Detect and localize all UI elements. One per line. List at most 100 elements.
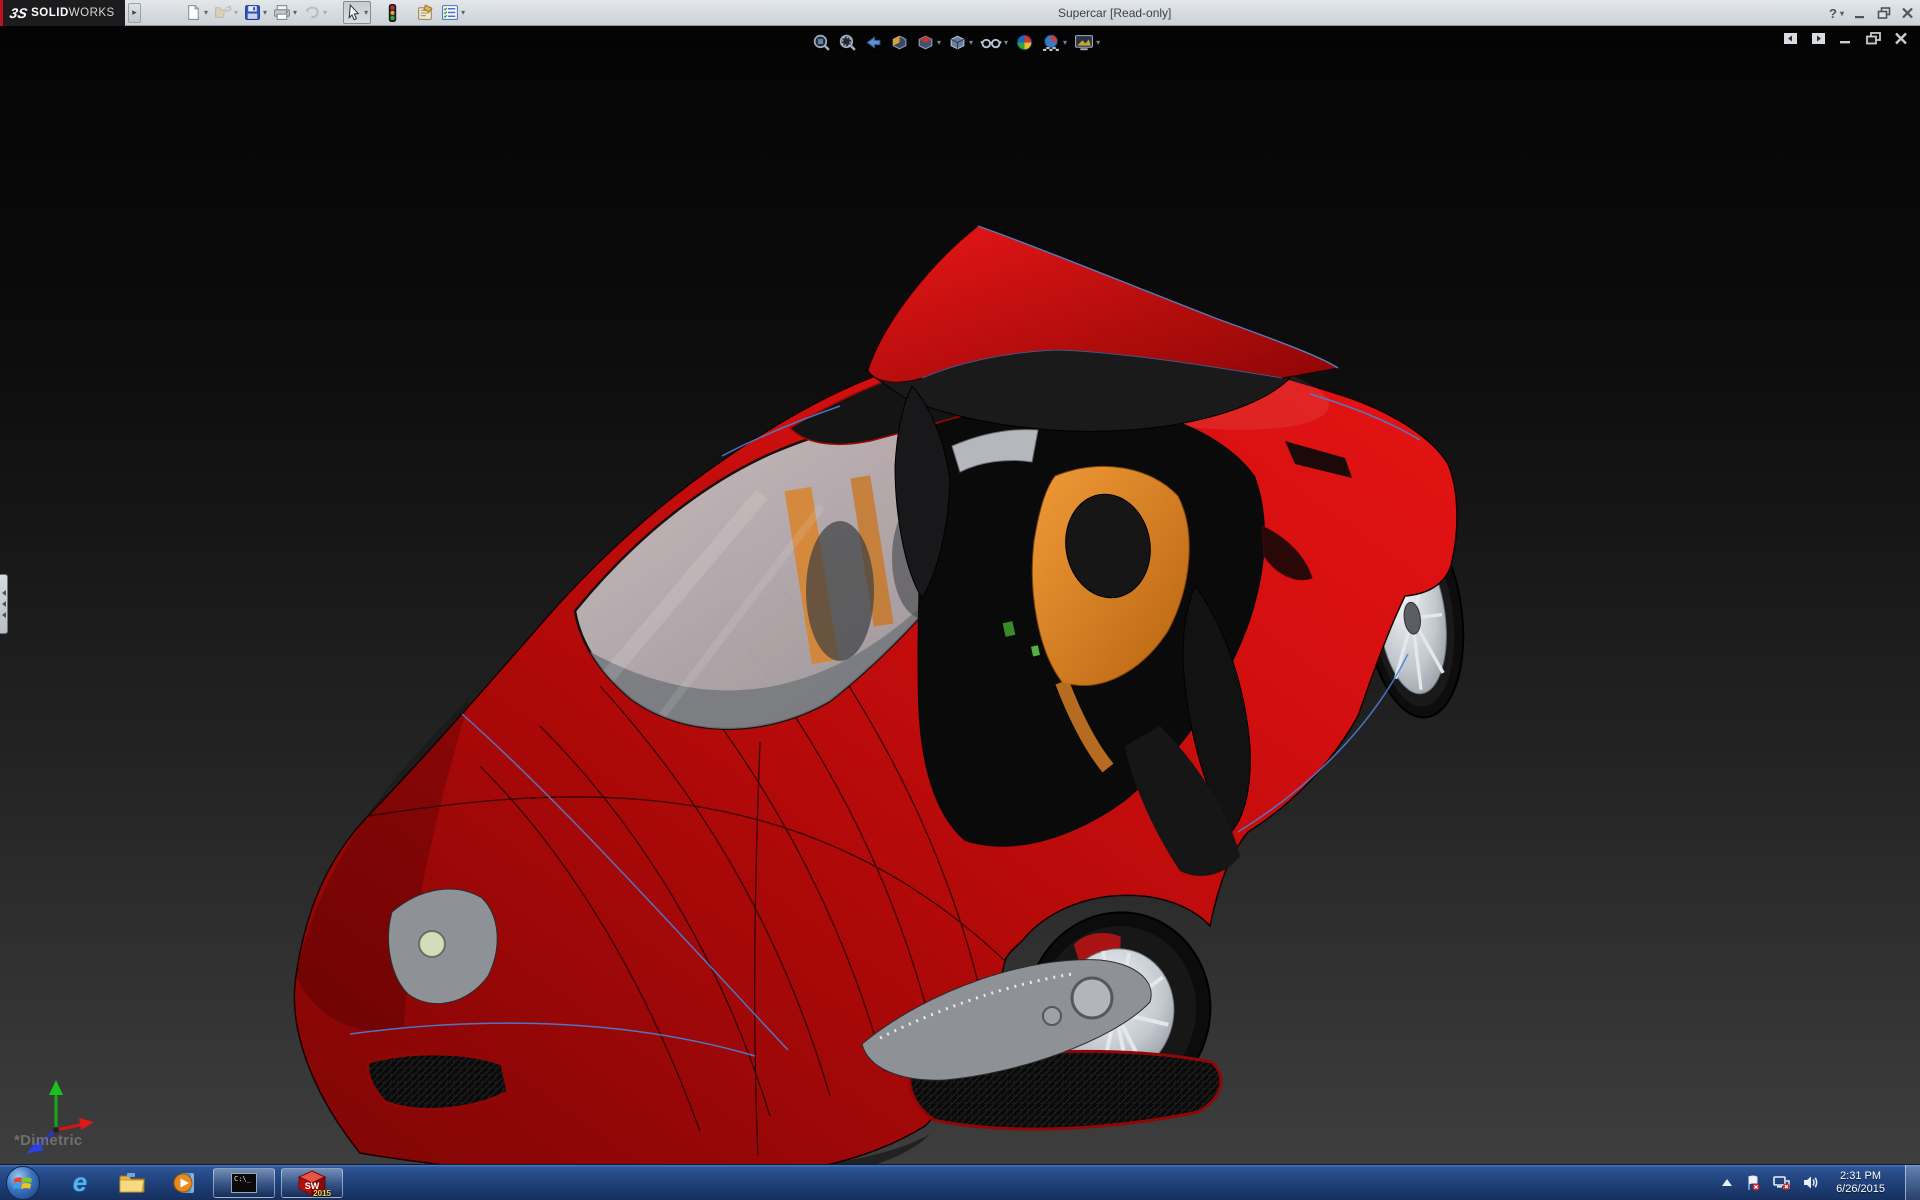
taskbar-solidworks[interactable]: SW 2015: [281, 1167, 343, 1198]
eyeglasses-icon: [980, 38, 1002, 48]
taskbar-windows-explorer[interactable]: [106, 1165, 158, 1200]
view-orientation-button[interactable]: ▾: [916, 33, 941, 52]
help-glyph: ?: [1829, 5, 1837, 21]
menu-expand-button[interactable]: ▸: [128, 2, 141, 23]
display-style-button[interactable]: ▾: [948, 33, 973, 52]
media-player-icon: [173, 1172, 194, 1193]
dropdown-arrow[interactable]: ▾: [1004, 38, 1008, 47]
previous-view-icon: [866, 35, 881, 49]
section-view-button[interactable]: [890, 33, 909, 52]
dropdown-arrow[interactable]: ▾: [234, 8, 238, 17]
window-controls: ? ▾: [1829, 0, 1914, 26]
brand-bold: SOLID: [31, 6, 69, 19]
action-center-icon[interactable]: [1745, 1175, 1761, 1191]
undo-icon: [305, 6, 319, 19]
desktop: 3S SOLIDWORKS ▸ ▾ ▾ ▾ ▾ ▾ ▾ ▾ Supercar […: [0, 0, 1920, 1200]
headsup-toolbar: ▾ ▾ ▾ ▾ ▾: [812, 29, 1100, 55]
ds-logo-glyph: 3S: [8, 4, 29, 21]
show-hidden-icons-button[interactable]: [1721, 1178, 1733, 1188]
zoom-to-area-icon: [839, 34, 856, 51]
dropdown-arrow[interactable]: ▾: [263, 8, 267, 17]
network-error-icon[interactable]: [1773, 1175, 1791, 1191]
previous-view-button[interactable]: [864, 33, 883, 52]
taskbar-internet-explorer[interactable]: e: [54, 1165, 106, 1200]
select-tool-button[interactable]: ▾: [343, 1, 372, 24]
taskbar: e C:\_ SW 2015 2:31 PM 6/26/2015: [0, 1164, 1920, 1200]
save-icon: [245, 5, 260, 20]
tile-left-button[interactable]: [1783, 32, 1798, 45]
view-orientation-label: *Dimetric: [14, 1132, 83, 1149]
brand-name: SOLIDWORKS: [31, 7, 115, 19]
minimize-button[interactable]: [1854, 8, 1867, 19]
command-prompt-icon: C:\_: [231, 1172, 257, 1193]
dropdown-arrow[interactable]: ▾: [1840, 9, 1844, 18]
appearance-ball-icon: [1016, 34, 1033, 50]
dropdown-arrow[interactable]: ▾: [293, 8, 297, 17]
tile-right-button[interactable]: [1811, 32, 1826, 45]
new-document-icon: [188, 5, 199, 20]
clock-time: 2:31 PM: [1840, 1169, 1882, 1182]
undo-button[interactable]: ▾: [301, 2, 329, 23]
dropdown-arrow[interactable]: ▾: [204, 8, 208, 17]
stoplight-button[interactable]: [385, 2, 400, 24]
print-button[interactable]: ▾: [271, 2, 299, 23]
supercar-model[interactable]: [0, 26, 1920, 1164]
brand-accent-strip: [0, 0, 3, 26]
doc-restore-button[interactable]: [1866, 32, 1881, 45]
graphics-viewport[interactable]: ▾ ▾ ▾ ▾ ▾ *Dimetric: [0, 26, 1920, 1164]
display-style-icon: [950, 35, 965, 49]
stoplight-icon: [388, 3, 397, 22]
zoom-to-fit-button[interactable]: [812, 33, 831, 52]
doc-minimize-button[interactable]: [1839, 32, 1853, 45]
design-binder-icon: [418, 4, 433, 20]
view-settings-button[interactable]: ▾: [1074, 33, 1100, 52]
save-button[interactable]: ▾: [242, 2, 269, 23]
collapse-arrow-icon: [1, 612, 6, 618]
options-button[interactable]: ▾: [439, 2, 467, 23]
dropdown-arrow[interactable]: ▾: [323, 8, 327, 17]
document-window-controls: [1783, 32, 1908, 45]
taskbar-media-player[interactable]: [158, 1165, 210, 1200]
brand-light: WORKS: [68, 6, 115, 19]
zoom-to-area-button[interactable]: [838, 33, 857, 52]
system-tray: 2:31 PM 6/26/2015: [1721, 1164, 1920, 1200]
open-document-icon: [215, 5, 232, 18]
solidworks-logo: 3S SOLIDWORKS: [0, 0, 125, 26]
view-orientation-icon: [918, 35, 933, 49]
start-button[interactable]: [6, 1165, 40, 1200]
dropdown-arrow[interactable]: ▾: [461, 8, 465, 17]
new-document-button[interactable]: ▾: [183, 2, 210, 23]
feature-panel-collapse-tab[interactable]: [0, 574, 8, 634]
print-icon: [274, 5, 290, 20]
internet-explorer-icon: e: [72, 1167, 88, 1197]
windows-flag-icon: [13, 1176, 32, 1189]
select-cursor-icon: [348, 4, 360, 21]
open-document-button[interactable]: ▾: [212, 2, 240, 23]
apply-scene-button[interactable]: ▾: [1041, 33, 1067, 52]
help-button[interactable]: ? ▾: [1829, 6, 1844, 21]
main-toolbar: ▾ ▾ ▾ ▾ ▾ ▾ ▾: [171, 1, 467, 24]
zoom-to-fit-icon: [813, 34, 830, 51]
collapse-arrow-icon: [1, 590, 6, 596]
volume-icon[interactable]: [1803, 1175, 1820, 1190]
restore-button[interactable]: [1877, 7, 1891, 19]
dropdown-arrow[interactable]: ▾: [937, 38, 941, 47]
dropdown-arrow[interactable]: ▾: [1096, 38, 1100, 47]
show-desktop-button[interactable]: [1905, 1164, 1920, 1200]
close-button[interactable]: [1901, 7, 1914, 19]
dropdown-arrow[interactable]: ▾: [1063, 38, 1067, 47]
hide-show-items-button[interactable]: ▾: [980, 33, 1008, 52]
taskbar-command-prompt[interactable]: C:\_: [213, 1167, 275, 1198]
titlebar: 3S SOLIDWORKS ▸ ▾ ▾ ▾ ▾ ▾ ▾ ▾ Supercar […: [0, 0, 1920, 26]
dropdown-arrow[interactable]: ▾: [364, 8, 368, 17]
window-title: Supercar [Read-only]: [1058, 6, 1172, 20]
edit-appearance-button[interactable]: [1015, 33, 1034, 52]
doc-close-button[interactable]: [1894, 32, 1908, 45]
design-binder-button[interactable]: [414, 2, 437, 23]
dropdown-arrow[interactable]: ▾: [969, 38, 973, 47]
folder-icon: [119, 1172, 145, 1192]
apply-scene-icon: [1043, 34, 1059, 51]
taskbar-clock[interactable]: 2:31 PM 6/26/2015: [1836, 1170, 1885, 1196]
options-icon: [442, 5, 459, 20]
cockpit: [917, 402, 1266, 876]
